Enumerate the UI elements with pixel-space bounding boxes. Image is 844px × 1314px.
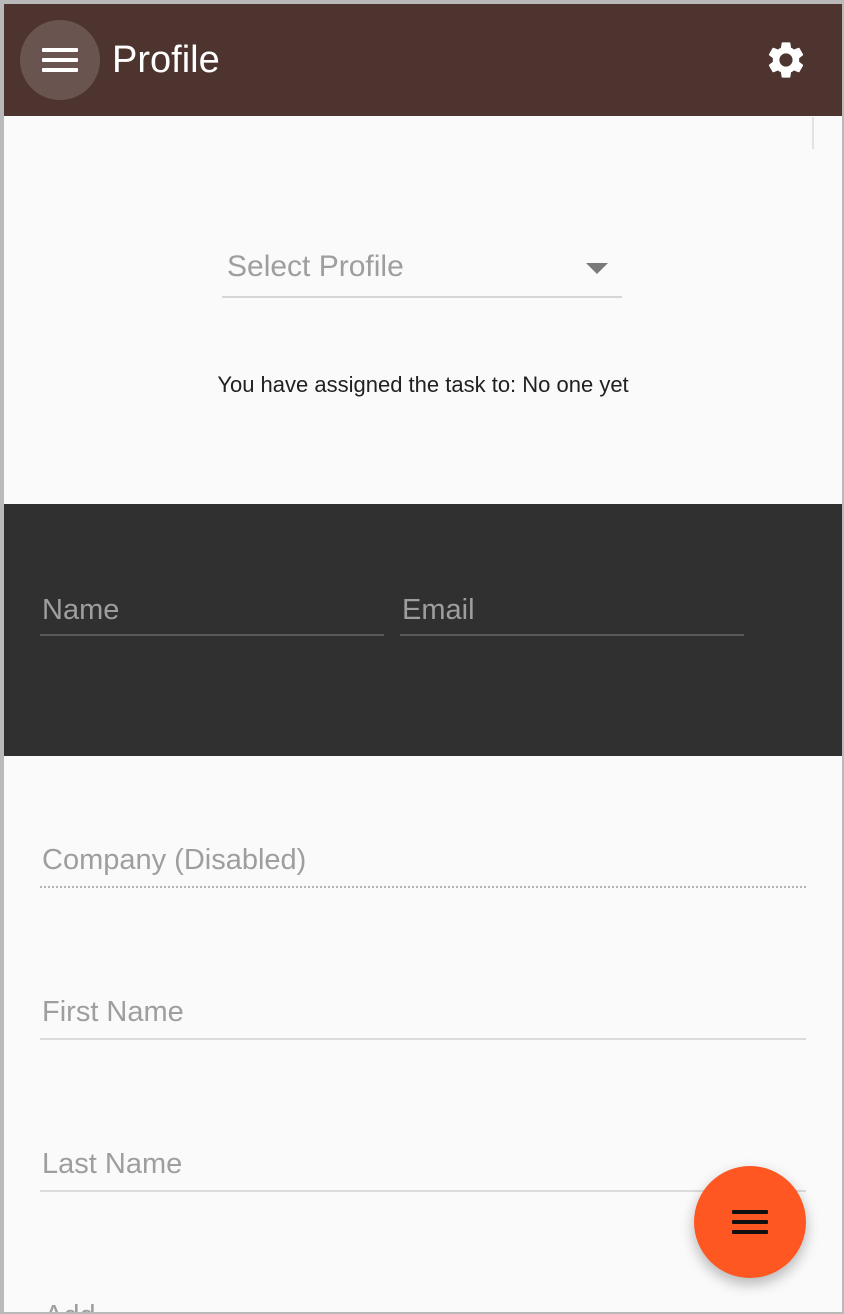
name-field-placeholder: Name [42,594,120,626]
last-name-field-placeholder: Last Name [42,1148,183,1180]
first-name-field-placeholder: First Name [42,996,184,1028]
fab-menu-button[interactable] [694,1166,806,1278]
name-field[interactable]: Name [40,592,384,636]
profile-select-placeholder: Select Profile [227,250,404,283]
gear-icon[interactable] [764,38,808,82]
page-title: Profile [112,39,220,81]
menu-button[interactable] [20,20,100,100]
dark-section: Name Email [4,504,842,756]
last-name-field[interactable]: Last Name [40,1146,806,1192]
company-field: Company (Disabled) [40,842,806,888]
assignment-status: You have assigned the task to: No one ye… [217,372,629,397]
profile-select[interactable]: Select Profile [222,244,622,298]
app-toolbar: Profile [4,4,842,116]
app-window: Profile Select Profile You have assigned… [4,4,842,1312]
dropdown-arrow-icon [586,263,608,274]
email-field[interactable]: Email [400,592,744,636]
company-field-placeholder: Company (Disabled) [42,844,307,876]
first-name-field[interactable]: First Name [40,994,806,1040]
address-field-label: Add [44,1300,96,1312]
scroll-edge [812,117,814,149]
email-field-placeholder: Email [402,594,475,626]
